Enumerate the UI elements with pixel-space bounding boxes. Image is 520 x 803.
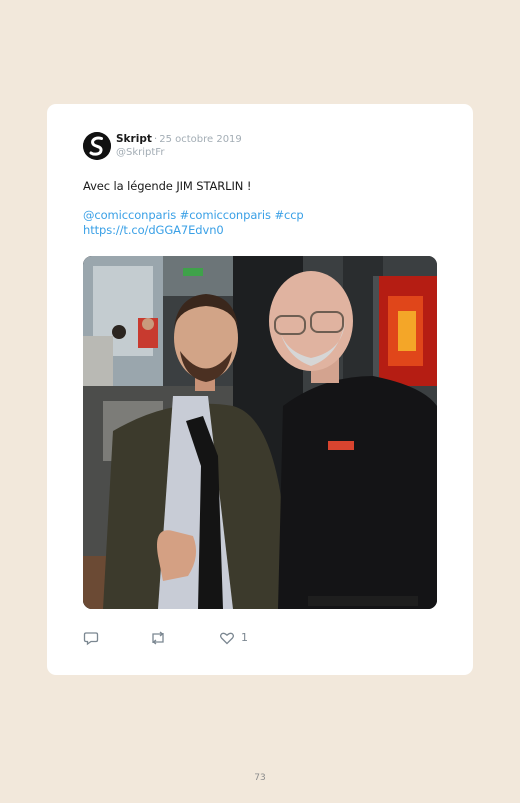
skript-logo-icon [83, 132, 111, 160]
avatar[interactable] [83, 132, 111, 160]
photo-illustration [83, 256, 437, 609]
author-handle[interactable]: @SkriptFr [116, 147, 164, 158]
hashtag-link[interactable]: #comicconparis [180, 208, 271, 222]
reply-icon[interactable] [83, 630, 99, 650]
author-name[interactable]: Skript [116, 133, 152, 145]
like-icon[interactable] [219, 630, 235, 650]
tweet-actions: 1 [83, 630, 283, 646]
hashtag-link[interactable]: #ccp [274, 208, 303, 222]
tweet-links: @comicconparis #comicconparis #ccp https… [83, 208, 304, 238]
tweet-url[interactable]: https://t.co/dGGA7Edvn0 [83, 223, 304, 238]
tweet-card: Skript · 25 octobre 2019 @SkriptFr Avec la… [47, 104, 473, 675]
mention-link[interactable]: @comicconparis [83, 208, 176, 222]
tweet-photo[interactable] [83, 256, 437, 609]
page-number: 73 [254, 773, 266, 783]
tweet-text: Avec la légende JIM STARLIN ! [83, 179, 252, 193]
like-count: 1 [241, 631, 248, 644]
tweet-date[interactable]: 25 octobre 2019 [159, 134, 242, 145]
retweet-icon[interactable] [149, 630, 167, 650]
author-line: Skript · 25 octobre 2019 [116, 133, 242, 145]
